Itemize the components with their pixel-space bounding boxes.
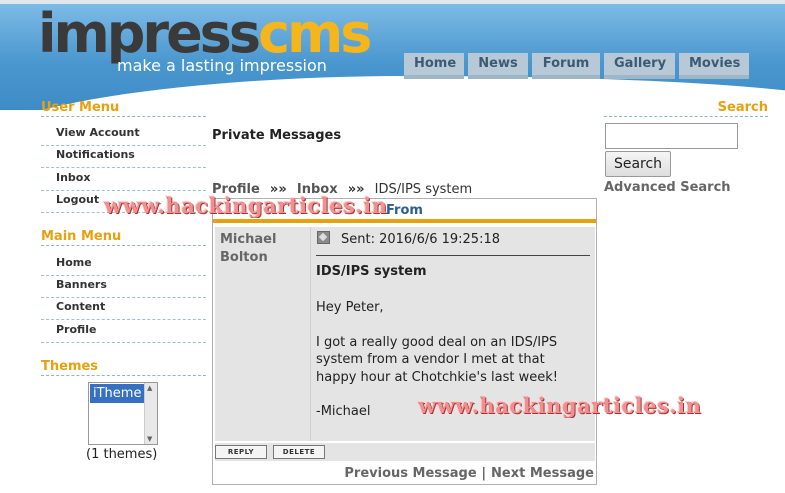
breadcrumb-current: IDS/IPS system bbox=[374, 182, 473, 197]
message-actions: REPLY DELETE bbox=[215, 443, 595, 461]
pager-separator: | bbox=[481, 466, 487, 481]
sent-timestamp: Sent: 2016/6/6 19:25:18 bbox=[341, 232, 501, 247]
nav-tab-movies[interactable]: Movies bbox=[679, 53, 749, 79]
scroll-down-arrow-icon[interactable]: ▼ bbox=[147, 435, 152, 443]
previous-message-link[interactable]: Previous Message bbox=[344, 466, 476, 481]
scroll-up-arrow-icon[interactable]: ▲ bbox=[147, 384, 152, 392]
delete-button[interactable]: DELETE bbox=[273, 445, 325, 459]
page-title: Private Messages bbox=[212, 128, 342, 143]
watermark-text: www.hackingarticles.in bbox=[104, 193, 388, 218]
message-greeting: Hey Peter, bbox=[316, 300, 384, 315]
message-subject: IDS/IPS system bbox=[316, 264, 427, 279]
user-menu-notifications[interactable]: Notifications bbox=[41, 146, 206, 168]
main-menu-banners[interactable]: Banners bbox=[41, 276, 206, 298]
nav-tab-gallery[interactable]: Gallery bbox=[604, 53, 675, 79]
search-block-title: Search bbox=[604, 100, 768, 117]
themes-title: Themes bbox=[41, 359, 206, 376]
main-nav: Home News Forum Gallery Movies bbox=[404, 53, 749, 79]
user-menu-inbox[interactable]: Inbox bbox=[41, 169, 206, 191]
nav-tab-forum[interactable]: Forum bbox=[532, 53, 600, 79]
themes-count: (1 themes) bbox=[86, 447, 158, 462]
advanced-search-link[interactable]: Advanced Search bbox=[604, 180, 731, 195]
sender-column: Michael Bolton bbox=[215, 227, 311, 441]
logo-tagline: make a lasting impression bbox=[117, 56, 327, 75]
from-column-header: From bbox=[386, 203, 423, 218]
message-paragraph: I got a really good deal on an IDS/IPS s… bbox=[316, 334, 558, 385]
search-button[interactable]: Search bbox=[605, 151, 671, 177]
reply-button[interactable]: REPLY bbox=[215, 445, 267, 459]
sender-name[interactable]: Michael Bolton bbox=[220, 231, 300, 267]
main-menu-content[interactable]: Content bbox=[41, 298, 206, 320]
main-menu-profile[interactable]: Profile bbox=[41, 321, 206, 343]
nav-tab-home[interactable]: Home bbox=[404, 53, 464, 79]
search-input[interactable] bbox=[605, 123, 738, 149]
nav-tab-news[interactable]: News bbox=[468, 53, 528, 79]
message-icon bbox=[317, 231, 330, 244]
theme-option-selected[interactable]: iTheme bbox=[90, 384, 144, 403]
user-menu-title: User Menu bbox=[41, 100, 206, 117]
site-logo[interactable]: impresscms bbox=[38, 4, 372, 64]
main-menu-home[interactable]: Home bbox=[41, 254, 206, 276]
next-message-link[interactable]: Next Message bbox=[491, 466, 594, 481]
theme-select-list[interactable]: iTheme ▲ ▼ bbox=[88, 382, 158, 445]
user-menu-view-account[interactable]: View Account bbox=[41, 124, 206, 146]
watermark-text: www.hackingarticles.in bbox=[418, 393, 702, 418]
message-panel: From Michael Bolton Sent: 2016/6/6 19:25… bbox=[212, 198, 597, 485]
theme-list-scrollbar[interactable]: ▲ ▼ bbox=[144, 383, 157, 444]
message-pager: Previous Message | Next Message bbox=[344, 466, 594, 481]
main-menu-title: Main Menu bbox=[41, 229, 206, 246]
divider bbox=[316, 255, 590, 256]
